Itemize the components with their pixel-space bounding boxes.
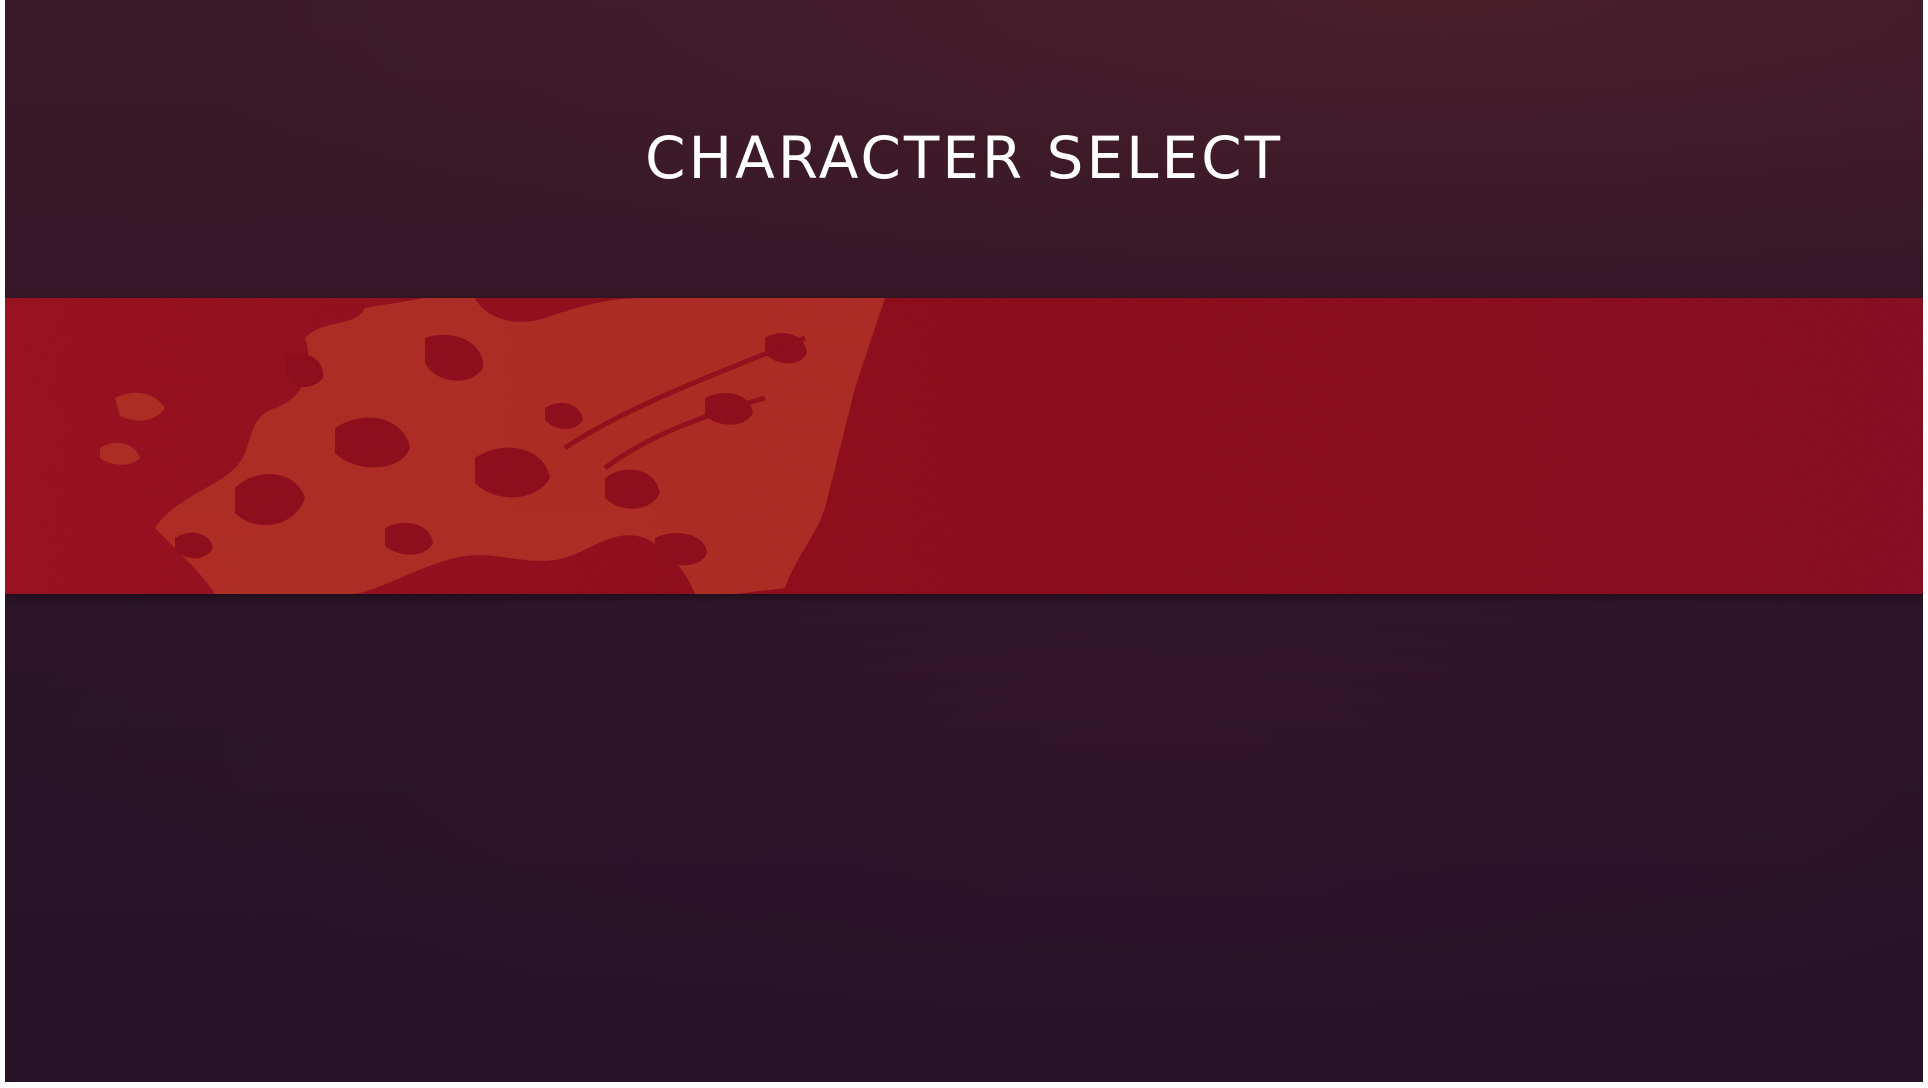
character-roster-area <box>5 594 1923 1082</box>
paint-splatter-decoration <box>5 298 1923 594</box>
character-banner <box>5 298 1923 594</box>
page-title: CHARACTER SELECT <box>644 124 1284 192</box>
character-select-screen: CHARACTER SELECT <box>5 0 1923 1082</box>
